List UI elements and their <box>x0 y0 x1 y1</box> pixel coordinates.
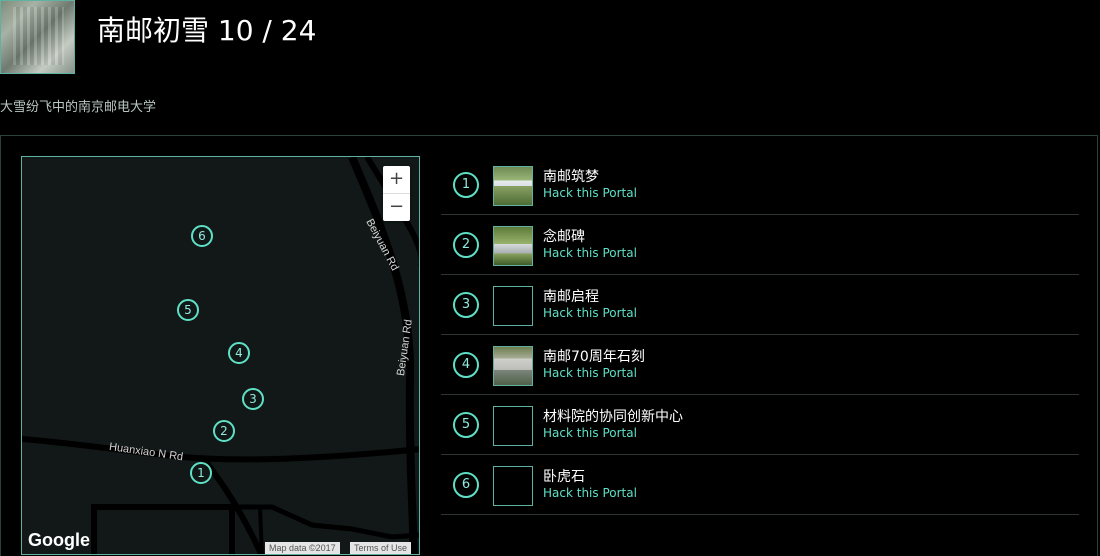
portal-name: 南邮70周年石刻 <box>543 349 645 365</box>
portal-number: 2 <box>453 232 479 258</box>
hack-portal-link[interactable]: Hack this Portal <box>543 246 637 260</box>
header-thumbnail <box>0 0 75 74</box>
portal-number: 3 <box>453 292 479 318</box>
hack-portal-link[interactable]: Hack this Portal <box>543 486 637 500</box>
portal-item[interactable]: 3 南邮启程 Hack this Portal <box>441 275 1079 335</box>
portal-list: 1 南邮筑梦 Hack this Portal 2 念邮碑 Hack this … <box>441 155 1079 515</box>
portal-item[interactable]: 1 南邮筑梦 Hack this Portal <box>441 155 1079 215</box>
map-marker-6[interactable]: 6 <box>191 225 213 247</box>
map[interactable]: + − Beiyuan Rd Beiyuan Rd Huanxiao N Rd … <box>21 156 420 555</box>
hack-portal-link[interactable]: Hack this Portal <box>543 306 637 320</box>
portal-item[interactable]: 4 南邮70周年石刻 Hack this Portal <box>441 335 1079 395</box>
portal-name: 南邮筑梦 <box>543 169 599 185</box>
portal-number: 4 <box>453 352 479 378</box>
zoom-in-button[interactable]: + <box>383 166 410 194</box>
portal-item[interactable]: 5 材料院的协同创新中心 Hack this Portal <box>441 395 1079 455</box>
google-logo: Google <box>28 530 90 550</box>
portal-thumbnail[interactable] <box>493 166 533 206</box>
portal-number: 6 <box>453 472 479 498</box>
portal-item[interactable]: 6 卧虎石 Hack this Portal <box>441 455 1079 515</box>
portal-name: 卧虎石 <box>543 469 585 485</box>
portal-thumbnail[interactable] <box>493 406 533 446</box>
hack-portal-link[interactable]: Hack this Portal <box>543 426 637 440</box>
map-marker-4[interactable]: 4 <box>228 342 250 364</box>
zoom-out-button[interactable]: − <box>383 194 410 221</box>
portal-thumbnail[interactable] <box>493 346 533 386</box>
portal-name: 材料院的协同创新中心 <box>543 409 683 425</box>
portal-number: 5 <box>453 412 479 438</box>
hack-portal-link[interactable]: Hack this Portal <box>543 366 637 380</box>
terms-of-use-link[interactable]: Terms of Use <box>350 542 412 554</box>
portal-item[interactable]: 2 念邮碑 Hack this Portal <box>441 215 1079 275</box>
portal-name: 念邮碑 <box>543 229 585 245</box>
zoom-control: + − <box>383 166 410 221</box>
map-data-attribution: Map data ©2017 <box>265 542 340 554</box>
hack-portal-link[interactable]: Hack this Portal <box>543 186 637 200</box>
map-marker-1[interactable]: 1 <box>190 462 212 484</box>
map-marker-2[interactable]: 2 <box>213 420 235 442</box>
map-marker-3[interactable]: 3 <box>242 388 264 410</box>
portal-number: 1 <box>453 172 479 198</box>
portal-thumbnail[interactable] <box>493 226 533 266</box>
portal-thumbnail[interactable] <box>493 286 533 326</box>
map-roads <box>22 157 419 554</box>
page-title: 南邮初雪 10 / 24 <box>97 14 317 47</box>
page-subtitle: 大雪纷飞中的南京邮电大学 <box>0 100 157 115</box>
portal-thumbnail[interactable] <box>493 466 533 506</box>
portal-name: 南邮启程 <box>543 289 599 305</box>
map-marker-5[interactable]: 5 <box>177 299 199 321</box>
